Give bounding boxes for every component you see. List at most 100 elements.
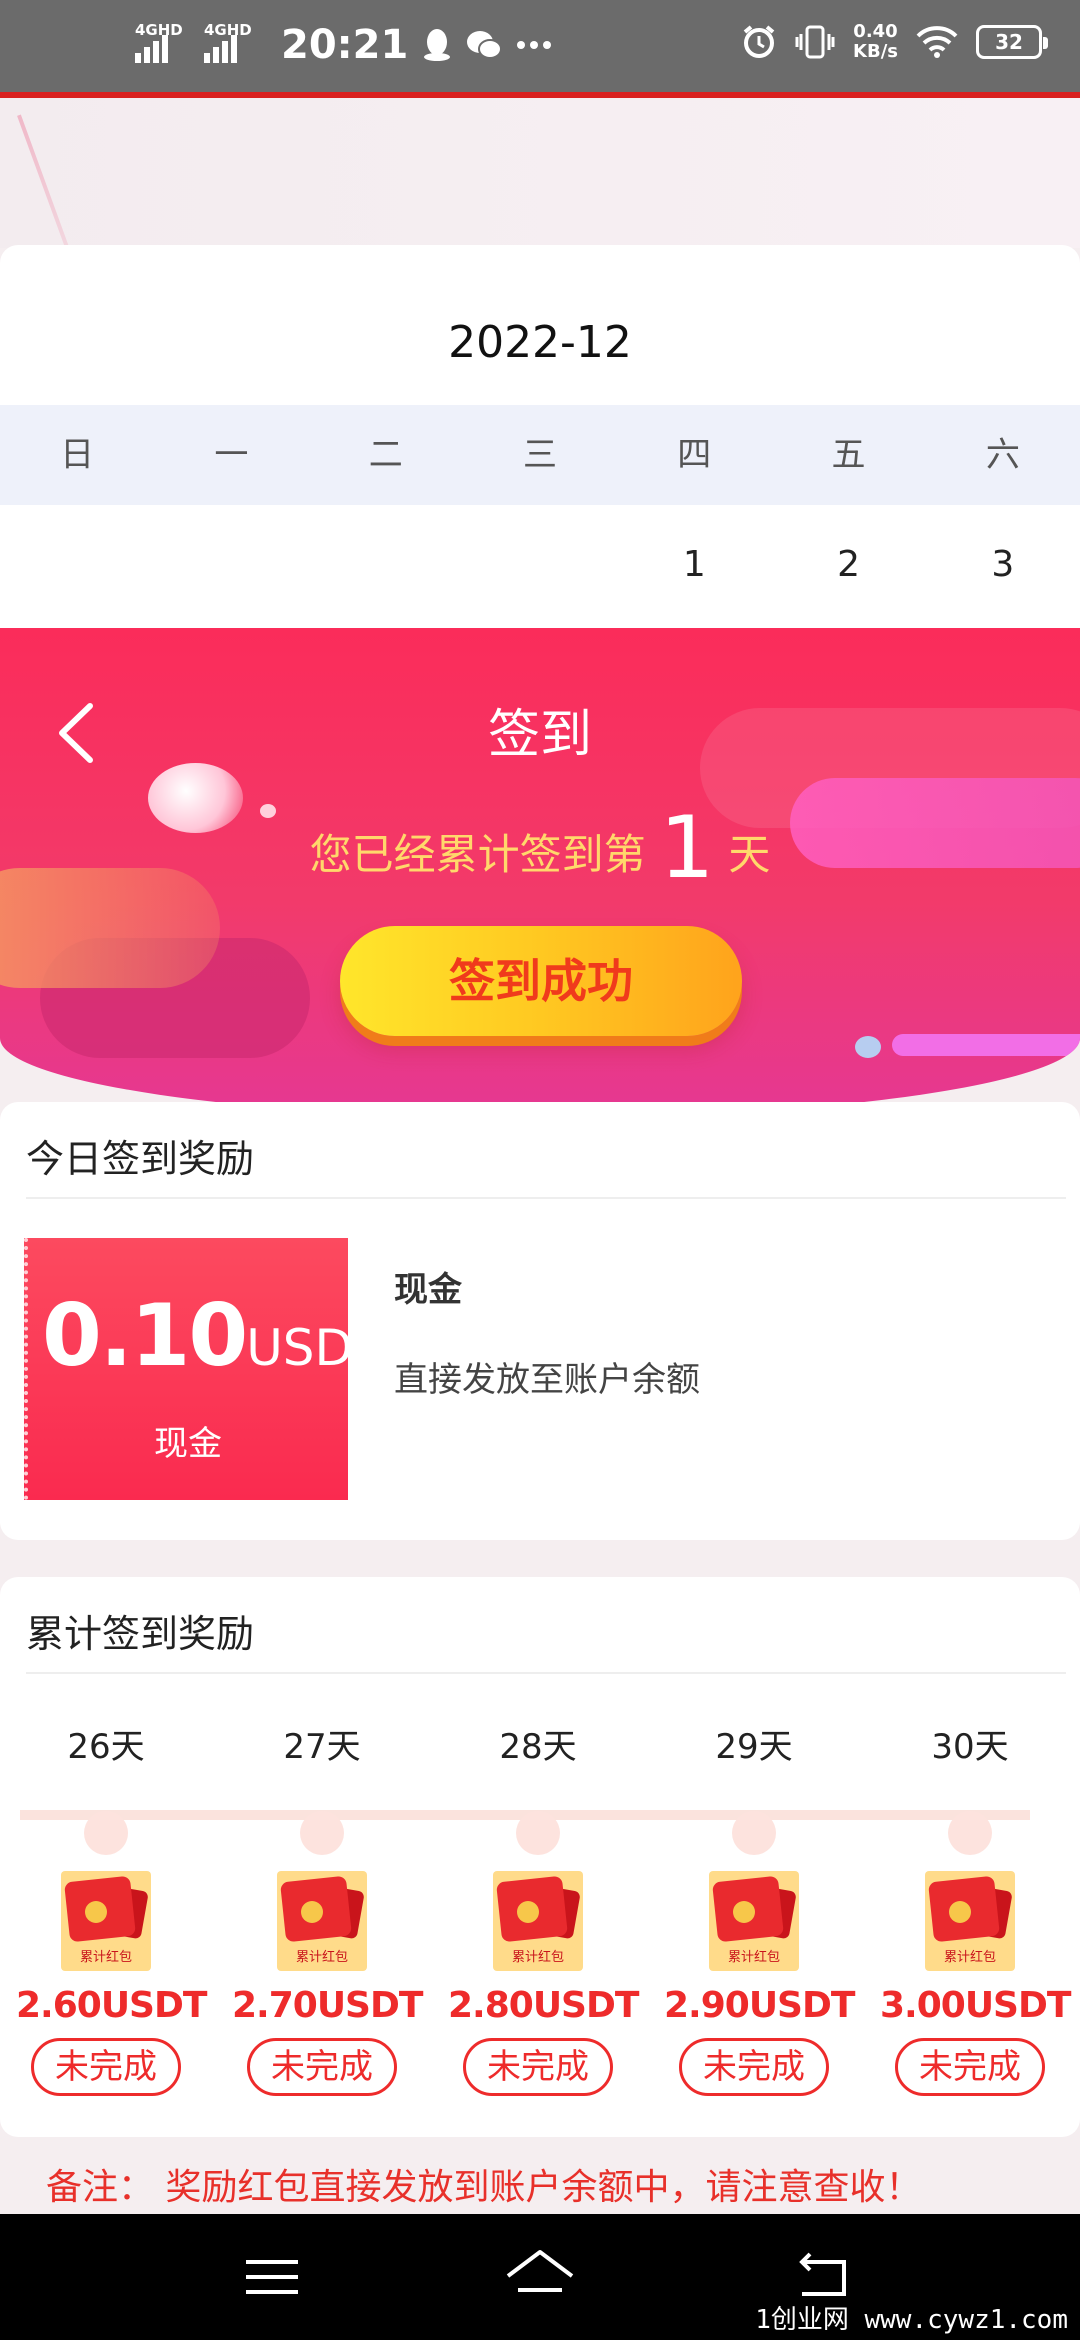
coupon-unit: USDT (246, 1319, 384, 1377)
weekday-fri: 五 (831, 435, 866, 475)
sim1-label: 4GHD (135, 21, 183, 39)
envelope-label: 累计红包 (79, 1950, 132, 1965)
wifi-icon (916, 26, 958, 58)
milestone-day: 30天 (931, 1727, 1009, 1767)
status-right: 0.40 KB/s 32 (741, 22, 1048, 62)
envelope-label: 累计红包 (943, 1950, 996, 1965)
envelope-label: 累计红包 (295, 1950, 348, 1965)
home-icon (506, 2250, 574, 2292)
calendar-date-empty (309, 510, 463, 610)
calendar-date-empty (0, 510, 154, 610)
weekday-mon: 一 (214, 435, 249, 475)
weekday-thu: 四 (677, 435, 712, 475)
calendar-date-empty (463, 510, 617, 610)
cumulative-reward-title: 累计签到奖励 (26, 1612, 255, 1656)
milestone-status-button[interactable]: 未完成 (31, 2038, 181, 2096)
divider (26, 1672, 1066, 1674)
milestone-node (732, 1811, 776, 1855)
page-title: 签到 (487, 705, 592, 765)
weekday-wed: 三 (522, 435, 557, 475)
status-bar: 4GHD 4GHD 20:21 0.40 KB/s 32 (0, 0, 1080, 98)
decor-streak (892, 1034, 1080, 1056)
clock: 20:21 (281, 22, 409, 68)
milestone-day: 29天 (715, 1727, 793, 1767)
calendar-weekday-row: 日 一 二 三 四 五 六 (0, 405, 1080, 505)
network-speed-value: 0.40 (853, 21, 898, 42)
envelope-label: 累计红包 (511, 1950, 564, 1965)
red-envelope-icon: 累计红包 (61, 1871, 151, 1971)
menu-button[interactable] (232, 2244, 312, 2310)
milestone-list: 26天 累计红包 2.60USDT 未完成 27天 累计红包 2.70USDT … (0, 1727, 1080, 2127)
milestone-status-button[interactable]: 未完成 (895, 2038, 1045, 2096)
milestone-item: 27天 累计红包 2.70USDT 未完成 (232, 1727, 423, 2096)
sign-in-success-button[interactable]: 签到成功 (340, 926, 742, 1036)
reward-note: 备注： 奖励红包直接发放到账户余额中，请注意查收！ (46, 2167, 922, 2208)
signal-sim1-icon: 4GHD (135, 21, 183, 63)
sign-in-banner: 签到 您已经累计签到第 1 天 签到成功 (0, 628, 1080, 1118)
red-envelope-icon: 累计红包 (493, 1871, 583, 1971)
milestone-node (948, 1811, 992, 1855)
home-button[interactable] (500, 2244, 580, 2310)
menu-icon (246, 2260, 298, 2294)
calendar-month[interactable]: 2022-12 (0, 317, 1080, 368)
battery-icon: 32 (976, 25, 1048, 59)
red-envelope-icon: 累计红包 (277, 1871, 367, 1971)
envelope-label: 累计红包 (727, 1950, 780, 1965)
reward-description: 直接发放至账户余额 (394, 1360, 700, 1400)
calendar-date[interactable]: 1 (617, 510, 771, 610)
milestone-item: 26天 累计红包 2.60USDT 未完成 (16, 1727, 207, 2096)
reward-name: 现金 (394, 1270, 462, 1310)
network-speed-unit: KB/s (853, 41, 898, 62)
red-envelope-icon: 累计红包 (925, 1871, 1015, 1971)
weekday-tue: 二 (368, 435, 403, 475)
calendar-date[interactable]: 3 (926, 510, 1080, 610)
watermark: 1创业网 www.cywz1.com (755, 2305, 1068, 2335)
decor-dot (855, 1036, 881, 1058)
more-notifications-icon (517, 41, 552, 49)
battery-level: 32 (995, 30, 1023, 54)
total-days-count: 1 (659, 798, 715, 898)
calendar-date-empty (154, 510, 308, 610)
coupon-type: 现金 (154, 1424, 222, 1464)
milestone-item: 28天 累计红包 2.80USDT 未完成 (448, 1727, 639, 2096)
alarm-icon (743, 25, 775, 58)
milestone-status-button[interactable]: 未完成 (463, 2038, 613, 2096)
weekday-sun: 日 (60, 435, 95, 475)
today-reward-card: 今日签到奖励 0.10USDT 现金 现金 直接发放至账户余额 (0, 1102, 1080, 1540)
milestone-amount: 2.60USDT (16, 1985, 207, 2026)
milestone-day: 27天 (283, 1727, 361, 1767)
sim2-label: 4GHD (204, 21, 252, 39)
milestone-amount: 2.70USDT (232, 1985, 423, 2026)
milestone-node (300, 1811, 344, 1855)
weekday-sat: 六 (985, 435, 1020, 475)
divider (26, 1197, 1066, 1199)
total-sign-in-days: 您已经累计签到第 1 天 (0, 798, 1080, 898)
vibrate-icon (795, 25, 835, 59)
milestone-node (516, 1811, 560, 1855)
milestone-node (84, 1811, 128, 1855)
total-days-suffix: 天 (728, 830, 771, 879)
status-left: 4GHD 4GHD 20:21 (135, 21, 552, 68)
milestone-amount: 2.80USDT (448, 1985, 639, 2026)
system-nav-bar: 1创业网 www.cywz1.com (0, 2214, 1080, 2340)
header-background (0, 98, 1080, 342)
milestone-amount: 2.90USDT (664, 1985, 855, 2026)
qq-icon (424, 29, 451, 61)
milestone-amount: 3.00USDT (880, 1985, 1071, 2026)
coupon-amount: 0.10USDT (42, 1286, 384, 1386)
milestone-day: 28天 (499, 1727, 577, 1767)
network-speed: 0.40 KB/s (853, 22, 898, 62)
cumulative-reward-card: 累计签到奖励 26天 累计红包 2.60USDT 未完成 27天 累计红包 2.… (0, 1577, 1080, 2137)
today-reward-title: 今日签到奖励 (26, 1137, 255, 1181)
milestone-day: 26天 (67, 1727, 145, 1767)
signal-sim2-icon: 4GHD (204, 21, 252, 63)
milestone-status-button[interactable]: 未完成 (679, 2038, 829, 2096)
calendar-date[interactable]: 2 (771, 510, 925, 610)
wechat-icon (467, 31, 503, 59)
milestone-item: 30天 累计红包 3.00USDT 未完成 (880, 1727, 1071, 2096)
calendar-date-row: 1 2 3 (0, 510, 1080, 610)
milestone-status-button[interactable]: 未完成 (247, 2038, 397, 2096)
milestone-item: 29天 累计红包 2.90USDT 未完成 (664, 1727, 855, 2096)
coupon-amount-value: 0.10 (42, 1286, 248, 1386)
red-envelope-icon: 累计红包 (709, 1871, 799, 1971)
